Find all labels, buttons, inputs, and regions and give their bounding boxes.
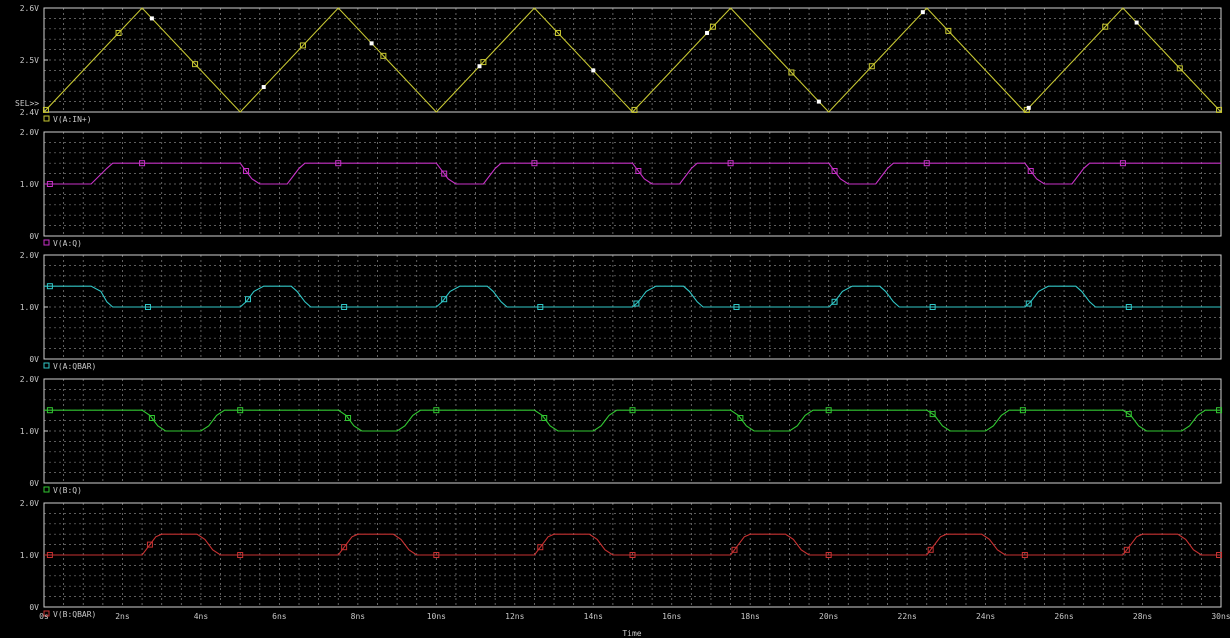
y-tick-label: 2.6V [20,4,39,13]
x-axis-title: Time [622,629,641,638]
legend-marker [43,362,50,369]
cursor-point [369,41,374,46]
x-tick-label: 22ns [898,612,917,621]
y-tick-label: 1.0V [20,551,39,560]
cursor-point [261,85,266,90]
x-tick-labels: 0s 2ns 4ns 6ns 8ns 10ns 12ns 14ns 16ns 18ns 20ns 22… [39,612,1230,621]
y-tick-label: 0V [29,355,39,364]
cursor-point [149,16,154,21]
cursor-point [477,64,482,69]
legend-label[interactable]: V(A:Q) [53,239,82,248]
x-tick-label: 20ns [819,612,838,621]
y-tick-label: 2.4V [20,108,39,117]
legend-label[interactable]: V(A:IN+) [53,115,92,124]
trace-panel-2: 0V 1.0V 2.0V V(A:QBAR) [20,251,1222,371]
cursor-point [816,99,821,104]
legend-label[interactable]: V(B:QBAR) [53,610,96,619]
y-tick-label: 0V [29,479,39,488]
cursor-point [1134,20,1139,25]
x-tick-label: 18ns [741,612,760,621]
trace-panel-4: 0V 1.0V 2.0V V(B:QBAR) [20,499,1223,619]
trace-panel-1: 0V 1.0V 2.0V V(A:Q) [20,128,1222,248]
x-tick-label: 26ns [1054,612,1073,621]
y-tick-label: 0V [29,603,39,612]
x-tick-label: 2ns [115,612,130,621]
x-tick-label: 14ns [584,612,603,621]
y-tick-label: 0V [29,232,39,241]
cursor-point [591,68,596,73]
x-tick-label: 4ns [194,612,209,621]
x-tick-label: 0s [39,612,49,621]
x-tick-label: 28ns [1133,612,1152,621]
trace-panel-0: 2.4V 2.5V 2.6V V(A:IN+) [20,4,1223,124]
x-tick-label: 12ns [505,612,524,621]
cursor-point [705,30,710,35]
y-tick-label: 2.0V [20,375,39,384]
panels-layer: 2.4V 2.5V 2.6V V(A:IN+) 0V 1.0V 2.0V V(A:Q) 0V 1.… [20,4,1223,619]
x-tick-label: 10ns [427,612,446,621]
cursor-label: SEL>> [15,99,39,108]
cursor-point [1026,105,1031,110]
y-tick-label: 2.0V [20,499,39,508]
waveform-plot: 2.4V 2.5V 2.6V V(A:IN+) 0V 1.0V 2.0V V(A:Q) 0V 1.… [15,4,1230,638]
x-tick-label: 8ns [351,612,366,621]
y-tick-label: 1.0V [20,427,39,436]
y-tick-label: 1.0V [20,180,39,189]
legend-marker [43,239,50,246]
trace-panel-3: 0V 1.0V 2.0V V(B:Q) [20,375,1223,495]
x-tick-label: 24ns [976,612,995,621]
y-tick-label: 2.0V [20,251,39,260]
legend-marker [43,115,50,122]
legend-label[interactable]: V(A:QBAR) [53,362,96,371]
x-tick-label: 30ns [1211,612,1230,621]
x-tick-label: 16ns [662,612,681,621]
x-tick-label: 6ns [272,612,287,621]
legend-label[interactable]: V(B:Q) [53,486,82,495]
y-tick-label: 1.0V [20,303,39,312]
legend-marker [43,486,50,493]
y-tick-label: 2.5V [20,56,39,65]
y-tick-label: 2.0V [20,128,39,137]
cursor-point [920,10,925,15]
